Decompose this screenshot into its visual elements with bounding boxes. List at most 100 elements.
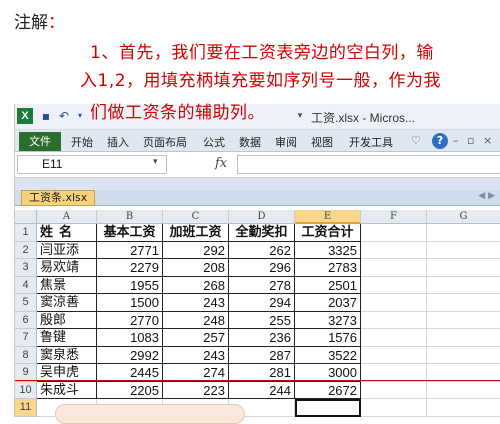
cell-f9[interactable] xyxy=(361,364,427,382)
name-box[interactable]: E11 xyxy=(17,155,167,174)
column-header-e[interactable]: E xyxy=(295,210,361,224)
cell-c5[interactable]: 243 xyxy=(163,294,229,312)
cell-b7[interactable]: 1083 xyxy=(97,329,163,347)
cell-d9[interactable]: 281 xyxy=(229,364,295,382)
column-header-a[interactable]: A xyxy=(37,210,97,224)
row-header-3[interactable]: 3 xyxy=(15,259,37,277)
tab-page-layout[interactable]: 页面布局 xyxy=(143,134,187,150)
cell-e10[interactable]: 2672 xyxy=(295,381,361,399)
tab-data[interactable]: 数据 xyxy=(239,134,261,150)
cell-f5[interactable] xyxy=(361,294,427,312)
tab-developer[interactable]: 开发工具 xyxy=(349,134,393,150)
cell-a10[interactable]: 朱成斗 xyxy=(37,381,97,399)
cell-f11[interactable] xyxy=(361,399,427,417)
cell-f4[interactable] xyxy=(361,276,427,294)
cell-d2[interactable]: 262 xyxy=(229,241,295,259)
cell-d10[interactable]: 244 xyxy=(229,381,295,399)
cell-f2[interactable] xyxy=(361,241,427,259)
cell-b2[interactable]: 2771 xyxy=(97,241,163,259)
tab-review[interactable]: 审阅 xyxy=(275,134,297,150)
cell-c2[interactable]: 292 xyxy=(163,241,229,259)
cell-a8[interactable]: 窦泉悉 xyxy=(37,346,97,364)
cell-c7[interactable]: 257 xyxy=(163,329,229,347)
cell-e5[interactable]: 2037 xyxy=(295,294,361,312)
cell-g6[interactable] xyxy=(427,312,500,329)
formula-input[interactable] xyxy=(237,155,500,174)
column-header-f[interactable]: F xyxy=(361,210,427,224)
workbook-tab[interactable]: 工资条.xlsx xyxy=(21,190,96,206)
cell-f6[interactable] xyxy=(361,311,427,329)
row-header-10[interactable]: 10 xyxy=(15,381,37,399)
row-header-11[interactable]: 11 xyxy=(15,399,37,417)
column-header-d[interactable]: D xyxy=(229,210,295,224)
cell-a9[interactable]: 吴申虎 xyxy=(37,364,97,382)
cell-g10[interactable] xyxy=(427,382,500,399)
row-header-4[interactable]: 4 xyxy=(15,276,37,294)
cell-d6[interactable]: 255 xyxy=(229,311,295,329)
cell-c4[interactable]: 268 xyxy=(163,276,229,294)
name-box-dropdown-icon[interactable]: ▾ xyxy=(153,157,158,167)
tab-view[interactable]: 视图 xyxy=(311,134,333,150)
help-icon[interactable]: ? xyxy=(432,133,448,149)
cell-a3[interactable]: 易欢靖 xyxy=(37,259,97,277)
cell-e9[interactable]: 3000 xyxy=(295,364,361,382)
cell-f1[interactable] xyxy=(361,224,427,242)
cell-a1[interactable]: 姓名 xyxy=(37,224,97,242)
select-all-corner[interactable] xyxy=(15,210,37,224)
cell-b4[interactable]: 1955 xyxy=(97,276,163,294)
cell-g5[interactable] xyxy=(427,294,500,312)
cell-d7[interactable]: 236 xyxy=(229,329,295,347)
cell-e2[interactable]: 3325 xyxy=(295,241,361,259)
save-icon[interactable]: ▪ xyxy=(39,109,53,123)
minimize-icon[interactable]: – xyxy=(453,134,459,147)
cell-e3[interactable]: 2783 xyxy=(295,259,361,277)
cell-f10[interactable] xyxy=(361,381,427,399)
cell-g4[interactable] xyxy=(427,277,500,294)
cell-g3[interactable] xyxy=(427,259,500,277)
row-header-9[interactable]: 9 xyxy=(15,364,37,382)
cell-a4[interactable]: 焦景 xyxy=(37,276,97,294)
cell-a2[interactable]: 闫亚添 xyxy=(37,241,97,259)
column-header-c[interactable]: C xyxy=(163,210,229,224)
restore-icon[interactable]: ▫ xyxy=(467,134,474,147)
cell-c1[interactable]: 加班工资 xyxy=(163,224,229,242)
row-header-8[interactable]: 8 xyxy=(15,346,37,364)
cell-e6[interactable]: 3273 xyxy=(295,311,361,329)
cell-g11[interactable] xyxy=(427,399,500,417)
row-header-7[interactable]: 7 xyxy=(15,329,37,347)
cell-g2[interactable] xyxy=(427,242,500,259)
cell-a7[interactable]: 鲁键 xyxy=(37,329,97,347)
cell-d1[interactable]: 全勤奖扣 xyxy=(229,224,295,242)
cell-c8[interactable]: 243 xyxy=(163,346,229,364)
cell-d4[interactable]: 278 xyxy=(229,276,295,294)
cell-a5[interactable]: 窦涼善 xyxy=(37,294,97,312)
undo-dropdown-icon[interactable]: ▾ xyxy=(73,109,87,123)
column-header-g[interactable]: G xyxy=(427,210,500,224)
cell-b1[interactable]: 基本工资 xyxy=(97,224,163,242)
cell-g9[interactable] xyxy=(427,364,500,382)
cell-c9[interactable]: 274 xyxy=(163,364,229,382)
column-header-b[interactable]: B xyxy=(97,210,163,224)
cell-d5[interactable]: 294 xyxy=(229,294,295,312)
cell-d8[interactable]: 287 xyxy=(229,346,295,364)
row-header-6[interactable]: 6 xyxy=(15,311,37,329)
tab-scroll-arrows-icon[interactable]: ◀ ▶ xyxy=(478,191,495,201)
cell-e8[interactable]: 3522 xyxy=(295,346,361,364)
tab-file[interactable]: 文件 xyxy=(19,132,61,151)
ribbon-collapse-icon[interactable]: ♡ xyxy=(411,134,421,147)
cell-b6[interactable]: 2770 xyxy=(97,311,163,329)
fx-icon[interactable]: fx xyxy=(215,156,227,171)
tab-insert[interactable]: 插入 xyxy=(107,134,129,150)
cell-b9[interactable]: 2445 xyxy=(97,364,163,382)
cell-e7[interactable]: 1576 xyxy=(295,329,361,347)
cell-a6[interactable]: 殷郎 xyxy=(37,311,97,329)
row-header-5[interactable]: 5 xyxy=(15,294,37,312)
cell-d3[interactable]: 296 xyxy=(229,259,295,277)
close-icon[interactable]: × xyxy=(483,134,492,147)
cell-f8[interactable] xyxy=(361,346,427,364)
row-header-2[interactable]: 2 xyxy=(15,241,37,259)
cell-b3[interactable]: 2279 xyxy=(97,259,163,277)
cell-g8[interactable] xyxy=(427,347,500,364)
quick-access-dropdown-icon[interactable]: ▾ xyxy=(293,109,307,123)
cell-e1[interactable]: 工资合计 xyxy=(295,224,361,242)
